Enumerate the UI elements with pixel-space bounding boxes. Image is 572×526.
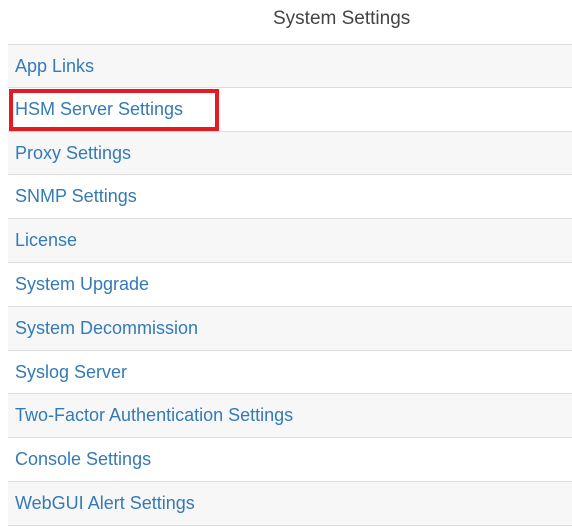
webgui-alert-settings-link[interactable]: WebGUI Alert Settings bbox=[15, 493, 195, 514]
snmp-settings-link[interactable]: SNMP Settings bbox=[15, 186, 137, 207]
system-decommission-link[interactable]: System Decommission bbox=[15, 318, 198, 339]
license-link[interactable]: License bbox=[15, 230, 77, 251]
two-factor-authentication-settings-link[interactable]: Two-Factor Authentication Settings bbox=[15, 405, 293, 426]
settings-item-proxy-settings[interactable]: Proxy Settings bbox=[8, 131, 572, 176]
syslog-server-link[interactable]: Syslog Server bbox=[15, 362, 127, 383]
app-links-link[interactable]: App Links bbox=[15, 56, 94, 77]
settings-item-system-upgrade[interactable]: System Upgrade bbox=[8, 262, 572, 307]
system-upgrade-link[interactable]: System Upgrade bbox=[15, 274, 149, 295]
settings-item-app-links[interactable]: App Links bbox=[8, 44, 572, 88]
settings-item-snmp-settings[interactable]: SNMP Settings bbox=[8, 175, 572, 220]
hsm-server-settings-link[interactable]: HSM Server Settings bbox=[15, 99, 183, 120]
settings-item-two-factor-authentication-settings[interactable]: Two-Factor Authentication Settings bbox=[8, 394, 572, 439]
proxy-settings-link[interactable]: Proxy Settings bbox=[15, 143, 131, 164]
console-settings-link[interactable]: Console Settings bbox=[15, 449, 151, 470]
settings-item-webgui-alert-settings[interactable]: WebGUI Alert Settings bbox=[8, 481, 572, 526]
settings-item-console-settings[interactable]: Console Settings bbox=[8, 438, 572, 482]
settings-item-license[interactable]: License bbox=[8, 219, 572, 263]
page-title: System Settings bbox=[273, 8, 411, 29]
settings-item-hsm-server-settings[interactable]: HSM Server Settings bbox=[8, 87, 572, 132]
settings-item-syslog-server[interactable]: Syslog Server bbox=[8, 350, 572, 395]
settings-item-system-decommission[interactable]: System Decommission bbox=[8, 306, 572, 351]
system-settings-list: App Links HSM Server Settings Proxy Sett… bbox=[8, 44, 572, 526]
